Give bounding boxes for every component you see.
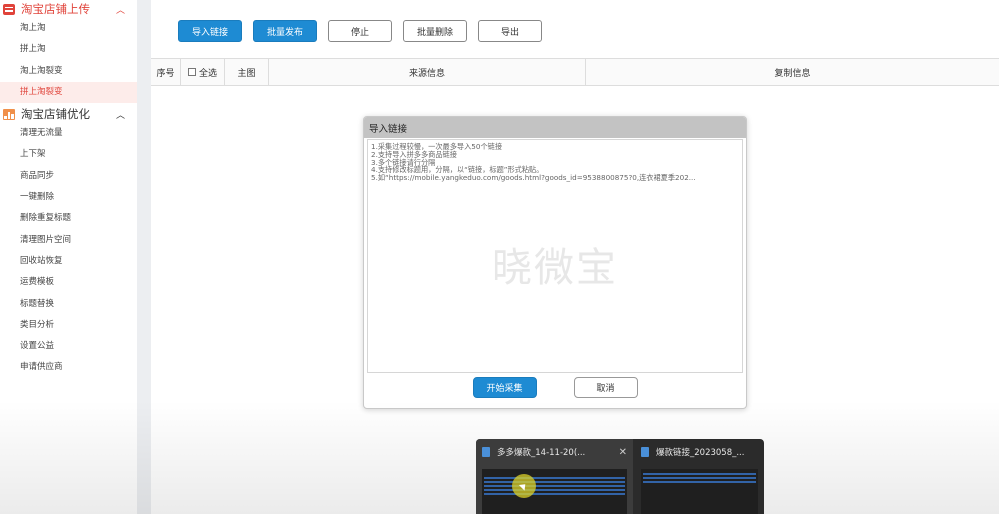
col-index-header: 序号 [151,59,181,85]
col-select-all-header[interactable]: 全选 [181,59,225,85]
table-header: 序号 全选 主图 来源信息 复制信息 [151,58,999,86]
thumbnail-title-text: 爆款链接_2023058_... [656,448,745,458]
store-upload-icon [3,3,15,15]
chevron-up-icon[interactable]: ︿ [116,3,125,16]
dialog-footer: 开始采集 取消 [364,377,746,403]
batch-delete-button[interactable]: 批量删除 [403,20,467,42]
thumbnail-title-text: 多多爆款_14-11-20(... [497,448,586,458]
sidebar-item[interactable]: 清理无流量 [0,123,137,144]
select-all-checkbox[interactable] [187,68,196,76]
links-textarea[interactable]: 1.采集过程较慢，一次最多导入50个链接 2.支持导入拼多多商品链接 3.多个链… [367,139,743,373]
sidebar-item[interactable]: 运费模板 [0,272,137,293]
sidebar-item[interactable]: 删除重复标题 [0,208,137,229]
sidebar-item[interactable]: 淘上淘裂变 [0,61,137,82]
bar-chart-icon [3,108,15,120]
thumbnail-image [482,469,627,514]
thumbnail-title: 爆款链接_2023058_... [641,446,758,458]
sidebar-item[interactable]: 申请供应商 [0,357,137,378]
col-source-header: 来源信息 [269,59,586,85]
chevron-up-icon[interactable]: ︿ [116,108,125,121]
import-links-button[interactable]: 导入链接 [178,20,242,42]
stop-button[interactable]: 停止 [328,20,392,42]
sidebar: 淘宝店铺上传 ︿ 淘上淘 拼上淘 淘上淘裂变 拼上淘裂变 淘宝店铺优化 ︿ 清理无流量… [0,0,137,514]
col-copy-header: 复制信息 [774,68,811,79]
select-all-label: 全选 [198,68,217,79]
sidebar-section-optimize-title: 淘宝店铺优化 [21,107,90,122]
start-collect-button[interactable]: 开始采集 [472,377,537,398]
thumbnail-title: 多多爆款_14-11-20(... ✕ [482,446,627,458]
sidebar-item[interactable]: 上下架 [0,144,137,165]
sidebar-item[interactable]: 淘上淘 [0,18,137,39]
spreadsheet-icon [482,447,490,457]
sidebar-item[interactable]: 标题替换 [0,294,137,315]
sidebar-item[interactable]: 类目分析 [0,315,137,336]
thumbnail-image [641,469,758,514]
sidebar-item[interactable]: 商品同步 [0,166,137,187]
batch-publish-button[interactable]: 批量发布 [253,20,317,42]
export-button[interactable]: 导出 [478,20,542,42]
spreadsheet-icon [641,447,649,457]
sidebar-item[interactable]: 一键删除 [0,187,137,208]
dialog-title[interactable]: 导入链接 [364,117,746,138]
sidebar-item[interactable]: 拼上淘裂变 [0,81,137,104]
hint-line: 5.如“https://mobile.yangkeduo.com/goods.h… [371,173,696,183]
sidebar-section-optimize[interactable]: 淘宝店铺优化 ︿ [0,105,137,123]
sidebar-item[interactable]: 回收站恢复 [0,251,137,272]
sidebar-item[interactable]: 设置公益 [0,336,137,357]
watermark: 晓微宝 [492,245,618,291]
sidebar-item[interactable]: 清理图片空间 [0,230,137,251]
window-thumbnail-2[interactable]: 爆款链接_2023058_... [635,439,764,514]
close-icon[interactable]: ✕ [615,447,627,458]
sidebar-item[interactable]: 拼上淘 [0,39,137,60]
col-main-image-header: 主图 [225,59,269,85]
cancel-button[interactable]: 取消 [573,377,638,398]
window-thumbnail-1[interactable]: 多多爆款_14-11-20(... ✕ [476,439,633,514]
toolbar: 导入链接 批量发布 停止 批量删除 导出 [178,20,542,42]
sidebar-section-upload[interactable]: 淘宝店铺上传 ︿ [0,0,137,18]
import-links-dialog: 导入链接 1.采集过程较慢，一次最多导入50个链接 2.支持导入拼多多商品链接 … [363,116,747,409]
sidebar-section-upload-title: 淘宝店铺上传 [21,2,90,16]
textarea-placeholder: 1.采集过程较慢，一次最多导入50个链接 2.支持导入拼多多商品链接 3.多个链… [368,140,742,185]
